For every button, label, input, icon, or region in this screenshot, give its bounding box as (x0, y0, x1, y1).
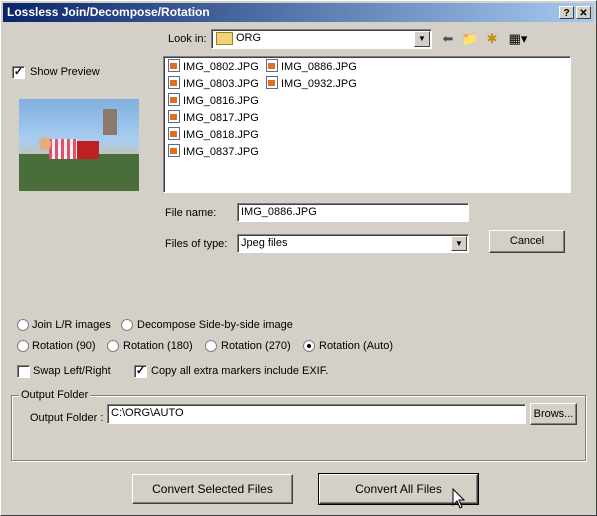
file-type-label: Files of type: (165, 238, 228, 250)
rotation-90-label: Rotation (90) (32, 340, 96, 352)
file-name-input[interactable]: IMG_0886.JPG (237, 203, 469, 222)
jpeg-file-icon (168, 127, 180, 140)
list-item[interactable]: IMG_0818.JPG (168, 127, 259, 143)
jpeg-file-icon (168, 76, 180, 89)
file-list[interactable]: IMG_0802.JPG IMG_0803.JPG IMG_0816.JPG I… (163, 56, 571, 193)
output-folder-input[interactable]: C:\ORG\AUTO (107, 404, 526, 424)
rotation-270-radio[interactable] (205, 340, 217, 352)
convert-selected-button[interactable]: Convert Selected Files (132, 474, 293, 504)
browse-button[interactable]: Brows... (530, 403, 577, 425)
copy-exif-label: Copy all extra markers include EXIF. (151, 365, 329, 377)
join-radio[interactable] (17, 319, 29, 331)
output-folder-group-label: Output Folder (19, 389, 91, 401)
decompose-radio[interactable] (121, 319, 133, 331)
look-in-combo[interactable]: ORG ▼ (211, 29, 432, 49)
jpeg-file-icon (168, 110, 180, 123)
file-type-select[interactable]: Jpeg files ▼ (237, 234, 469, 253)
rotation-180-label: Rotation (180) (123, 340, 193, 352)
decompose-label: Decompose Side-by-side image (137, 319, 293, 331)
rotation-270-label: Rotation (270) (221, 340, 291, 352)
mouse-cursor-icon (452, 488, 466, 509)
window-title: Lossless Join/Decompose/Rotation (7, 5, 210, 19)
close-button[interactable]: ✕ (576, 6, 591, 19)
preview-image (19, 99, 139, 191)
swap-label: Swap Left/Right (33, 365, 111, 377)
look-in-value: ORG (236, 32, 262, 44)
join-label: Join L/R images (32, 319, 111, 331)
jpeg-file-icon (168, 93, 180, 106)
rotation-180-radio[interactable] (107, 340, 119, 352)
jpeg-file-icon (168, 144, 180, 157)
view-menu-icon[interactable]: ▦▾ (506, 30, 530, 48)
jpeg-file-icon (266, 59, 278, 72)
show-preview-checkbox[interactable]: ✓ (12, 66, 25, 79)
folder-icon (216, 32, 233, 45)
title-bar[interactable]: Lossless Join/Decompose/Rotation ? ✕ (3, 3, 594, 22)
output-folder-label: Output Folder : (30, 412, 104, 424)
list-item[interactable]: IMG_0802.JPG (168, 59, 259, 75)
back-icon[interactable]: ⬅ (438, 30, 458, 48)
up-folder-icon[interactable]: 📁 (460, 30, 480, 48)
list-item[interactable]: IMG_0817.JPG (168, 110, 259, 126)
jpeg-file-icon (266, 76, 278, 89)
help-button[interactable]: ? (559, 6, 574, 19)
file-name-value: IMG_0886.JPG (241, 206, 317, 218)
file-type-dropdown-button[interactable]: ▼ (451, 236, 467, 251)
file-name-label: File name: (165, 207, 217, 219)
swap-checkbox[interactable] (17, 365, 30, 378)
look-in-label: Look in: (168, 33, 207, 45)
new-folder-icon[interactable]: ✱ (482, 30, 502, 48)
rotation-auto-label: Rotation (Auto) (319, 340, 393, 352)
rotation-90-radio[interactable] (17, 340, 29, 352)
list-item[interactable]: IMG_0803.JPG (168, 76, 259, 92)
dialog-window: Lossless Join/Decompose/Rotation ? ✕ Loo… (0, 0, 597, 516)
list-item[interactable]: IMG_0932.JPG (266, 76, 357, 92)
list-item[interactable]: IMG_0837.JPG (168, 144, 259, 160)
show-preview-label: Show Preview (30, 66, 100, 78)
output-folder-value: C:\ORG\AUTO (111, 407, 184, 419)
cancel-button[interactable]: Cancel (489, 230, 565, 253)
jpeg-file-icon (168, 59, 180, 72)
rotation-auto-radio[interactable] (303, 340, 315, 352)
copy-exif-checkbox[interactable]: ✓ (134, 365, 147, 378)
list-item[interactable]: IMG_0816.JPG (168, 93, 259, 109)
look-in-dropdown-button[interactable]: ▼ (414, 31, 430, 47)
file-type-value: Jpeg files (241, 237, 288, 249)
list-item[interactable]: IMG_0886.JPG (266, 59, 357, 75)
